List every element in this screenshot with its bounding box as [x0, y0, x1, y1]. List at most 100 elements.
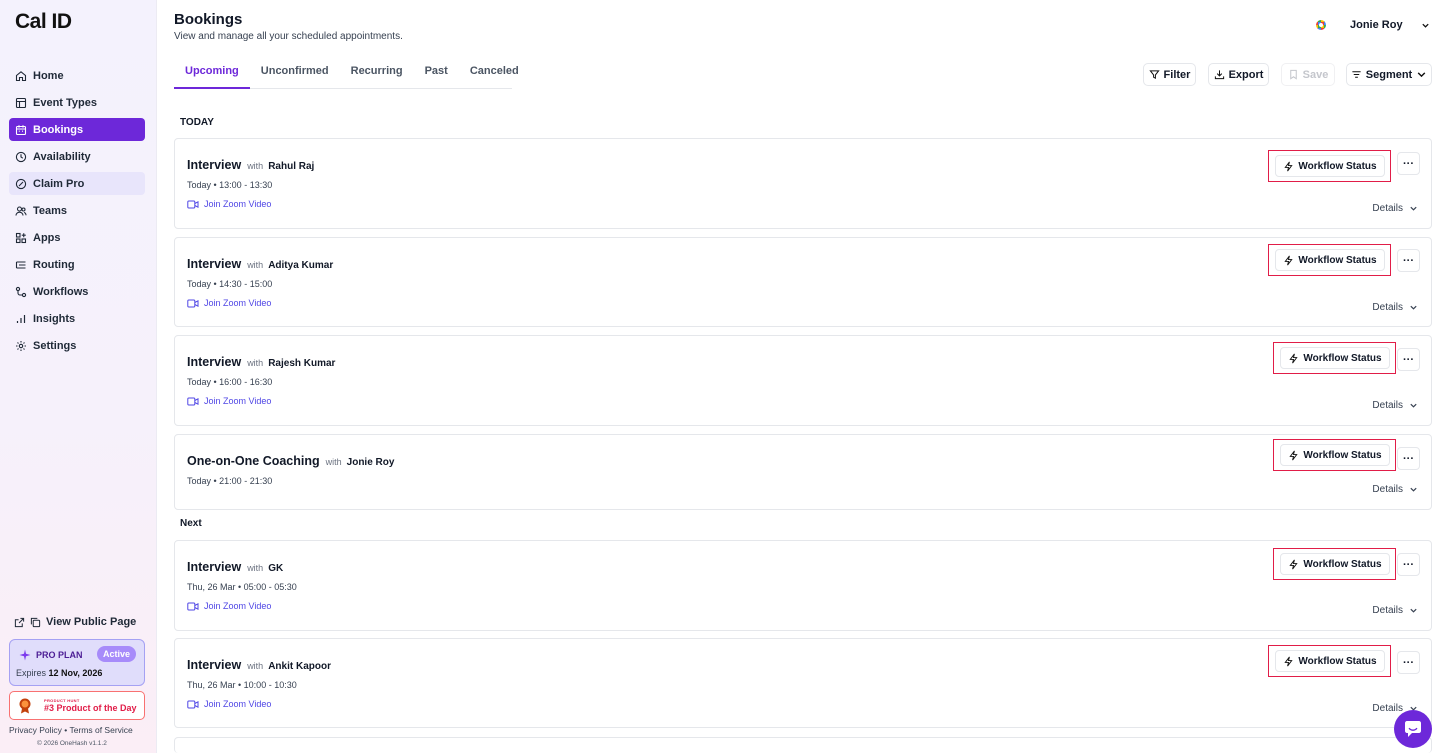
- copy-icon[interactable]: [30, 617, 41, 628]
- video-icon: [187, 397, 199, 405]
- product-hunt-rank: #3 Product of the Day: [44, 703, 137, 713]
- video-icon: [187, 299, 199, 307]
- page-title: Bookings: [174, 11, 243, 28]
- workflow-status-highlight: Workflow Status: [1268, 150, 1391, 182]
- more-options-button[interactable]: ···: [1397, 651, 1420, 674]
- video-icon: [187, 700, 199, 708]
- booking-card-partial[interactable]: [174, 737, 1432, 753]
- sidebar-item-bookings[interactable]: Bookings: [9, 118, 145, 141]
- join-zoom-link[interactable]: Join Zoom Video: [187, 396, 271, 406]
- workflow-status-button[interactable]: Workflow Status: [1275, 650, 1385, 672]
- booking-card[interactable]: Interview with Rajesh Kumar Today • 16:0…: [174, 335, 1432, 426]
- section-today: TODAY: [180, 117, 214, 128]
- page-subtitle: View and manage all your scheduled appoi…: [174, 31, 403, 42]
- join-zoom-link[interactable]: Join Zoom Video: [187, 298, 271, 308]
- tab-unconfirmed[interactable]: Unconfirmed: [250, 56, 340, 89]
- lightning-icon: [1284, 161, 1294, 171]
- booking-card[interactable]: One-on-One Coaching with Jonie Roy Today…: [174, 434, 1432, 510]
- booking-card[interactable]: Interview with Ankit Kapoor Thu, 26 Mar …: [174, 638, 1432, 728]
- chevron-down-icon: [1410, 487, 1417, 492]
- more-options-button[interactable]: ···: [1397, 553, 1420, 576]
- tab-recurring[interactable]: Recurring: [340, 56, 414, 89]
- segment-dropdown[interactable]: Segment: [1346, 63, 1432, 86]
- workflow-status-button[interactable]: Workflow Status: [1275, 155, 1385, 177]
- booking-attendee: Rahul Raj: [268, 161, 315, 172]
- filter-icon: [1148, 70, 1160, 79]
- workflow-status-button[interactable]: Workflow Status: [1280, 347, 1390, 369]
- details-toggle[interactable]: Details: [1372, 605, 1418, 616]
- booking-card[interactable]: Interview with Aditya Kumar Today • 14:3…: [174, 237, 1432, 327]
- booking-attendee: GK: [268, 563, 284, 574]
- more-options-button[interactable]: ···: [1397, 152, 1420, 175]
- sidebar-item-home[interactable]: Home: [9, 64, 145, 87]
- app-logo[interactable]: Cal ID: [15, 10, 72, 34]
- plan-expiry: Expires 12 Nov, 2026: [16, 668, 103, 678]
- sidebar-item-label: Bookings: [33, 123, 84, 136]
- export-button[interactable]: Export: [1208, 63, 1269, 86]
- privacy-policy-link[interactable]: Privacy Policy: [9, 725, 62, 735]
- join-zoom-link[interactable]: Join Zoom Video: [187, 601, 271, 611]
- tab-canceled[interactable]: Canceled: [459, 56, 530, 89]
- booking-time: Today • 13:00 - 13:30: [187, 180, 273, 190]
- sidebar-item-routing[interactable]: Routing: [9, 253, 145, 276]
- sidebar-item-label: Workflows: [33, 285, 89, 298]
- sidebar-item-teams[interactable]: Teams: [9, 199, 145, 222]
- workflow-status-highlight: Workflow Status: [1273, 548, 1396, 580]
- video-icon: [187, 602, 199, 610]
- calendar-icon: [15, 124, 27, 136]
- filter-button[interactable]: Filter: [1143, 63, 1196, 86]
- booking-time: Today • 14:30 - 15:00: [187, 279, 273, 289]
- user-menu[interactable]: Jonie Roy: [1316, 19, 1430, 31]
- lightning-icon: [1284, 255, 1294, 265]
- chevron-down-icon: [1410, 305, 1417, 310]
- details-toggle[interactable]: Details: [1372, 400, 1418, 411]
- sidebar-item-settings[interactable]: Settings: [9, 334, 145, 357]
- tab-past[interactable]: Past: [414, 56, 459, 89]
- details-toggle[interactable]: Details: [1372, 484, 1418, 495]
- workflow-status-highlight: Workflow Status: [1268, 645, 1391, 677]
- user-name: Jonie Roy: [1350, 19, 1403, 31]
- booking-title: Interview: [187, 560, 242, 574]
- gear-icon: [15, 340, 27, 352]
- chevron-down-icon: [1417, 72, 1426, 78]
- booking-attendee: Ankit Kapoor: [268, 661, 331, 672]
- sidebar-item-label: Availability: [33, 150, 91, 163]
- footer-links: Privacy Policy • Terms of Service: [9, 725, 133, 735]
- users-icon: [15, 205, 27, 217]
- booking-card[interactable]: Interview with GK Thu, 26 Mar • 05:00 - …: [174, 540, 1432, 631]
- more-options-button[interactable]: ···: [1397, 348, 1420, 371]
- details-toggle[interactable]: Details: [1372, 203, 1418, 214]
- sidebar-item-insights[interactable]: Insights: [9, 307, 145, 330]
- details-toggle[interactable]: Details: [1372, 302, 1418, 313]
- lightning-icon: [1284, 656, 1294, 666]
- booking-card[interactable]: Interview with Rahul Raj Today • 13:00 -…: [174, 138, 1432, 229]
- external-link-icon: [14, 617, 25, 627]
- view-public-page-link[interactable]: View Public Page: [14, 616, 136, 628]
- video-icon: [187, 200, 199, 208]
- workflow-status-highlight: Workflow Status: [1273, 439, 1396, 471]
- join-zoom-link[interactable]: Join Zoom Video: [187, 199, 271, 209]
- grid-plus-icon: [15, 232, 27, 244]
- bar-chart-icon: [15, 313, 27, 325]
- save-button[interactable]: Save: [1281, 63, 1335, 86]
- chat-support-button[interactable]: [1394, 710, 1432, 748]
- lightning-icon: [1289, 450, 1299, 460]
- sidebar-item-event-types[interactable]: Event Types: [9, 91, 145, 114]
- pro-plan-card[interactable]: PRO PLAN Active Expires 12 Nov, 2026: [9, 639, 145, 686]
- more-options-button[interactable]: ···: [1397, 249, 1420, 272]
- workflow-status-button[interactable]: Workflow Status: [1280, 553, 1390, 575]
- booking-time: Thu, 26 Mar • 05:00 - 05:30: [187, 582, 297, 592]
- sparkle-icon: [19, 649, 31, 661]
- sidebar-item-workflows[interactable]: Workflows: [9, 280, 145, 303]
- join-zoom-link[interactable]: Join Zoom Video: [187, 699, 271, 709]
- tab-upcoming[interactable]: Upcoming: [174, 56, 250, 89]
- terms-of-service-link[interactable]: Terms of Service: [69, 725, 132, 735]
- product-hunt-badge[interactable]: PRODUCT HUNT #3 Product of the Day: [9, 691, 145, 720]
- sidebar-item-availability[interactable]: Availability: [9, 145, 145, 168]
- workflow-status-button[interactable]: Workflow Status: [1280, 444, 1390, 466]
- chevron-down-icon: [1410, 206, 1417, 211]
- sidebar-item-apps[interactable]: Apps: [9, 226, 145, 249]
- workflow-status-button[interactable]: Workflow Status: [1275, 249, 1385, 271]
- more-options-button[interactable]: ···: [1397, 447, 1420, 470]
- sidebar-item-claim-pro[interactable]: Claim Pro: [9, 172, 145, 195]
